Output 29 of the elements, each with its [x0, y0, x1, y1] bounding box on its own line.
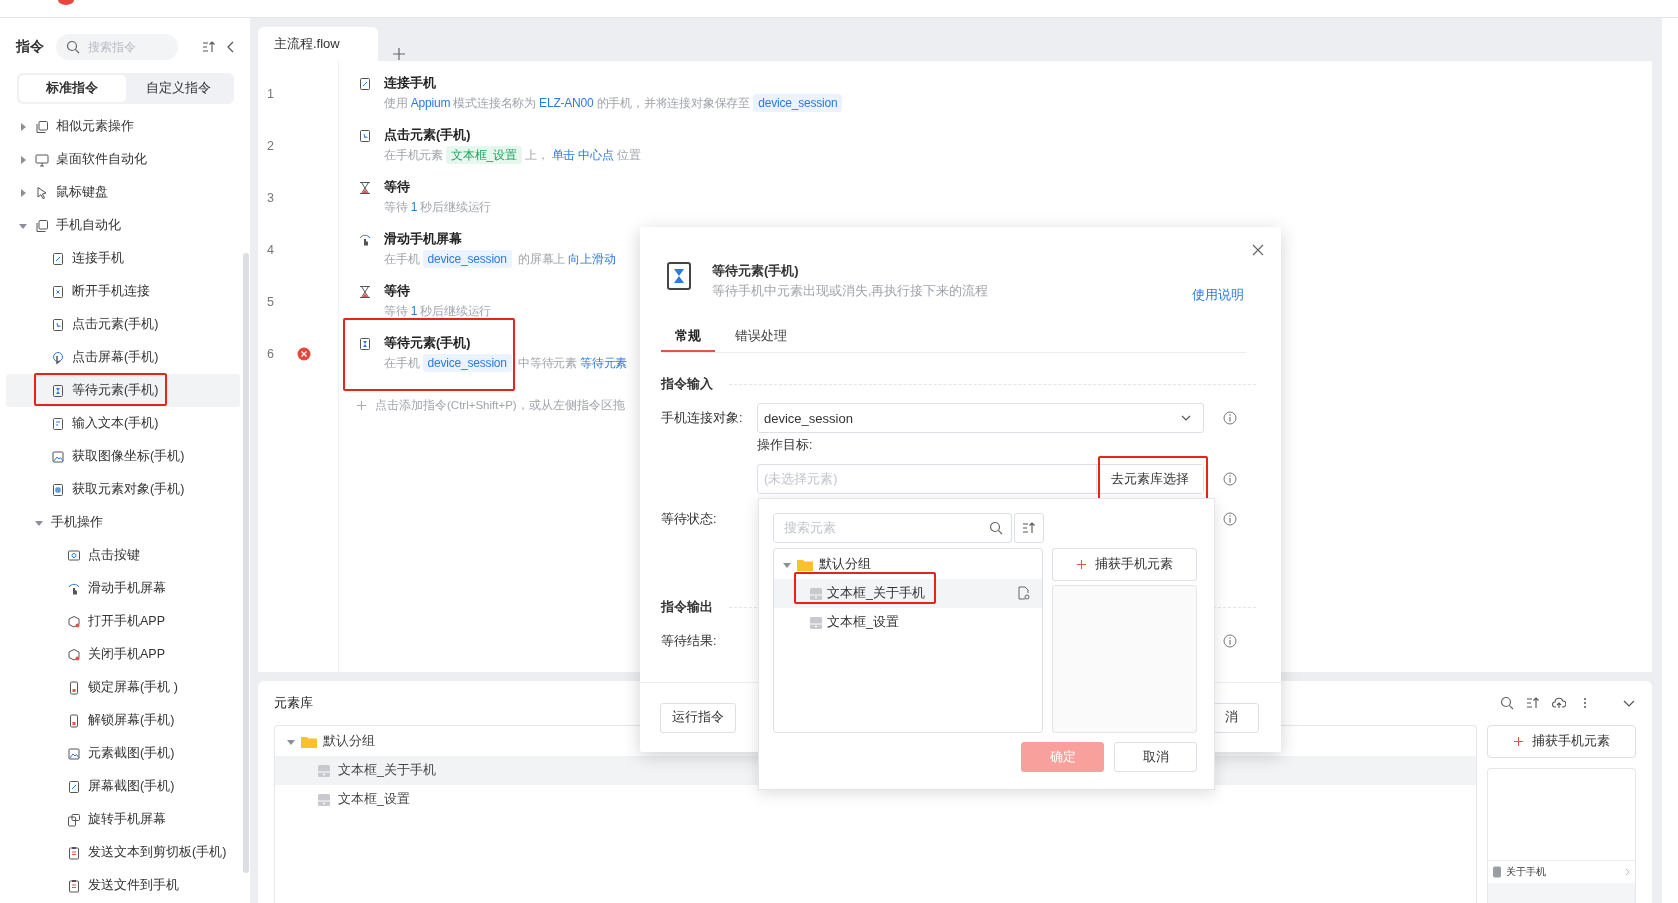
step-title: 等待 — [384, 179, 411, 196]
step-title: 等待元素(手机) — [384, 335, 472, 352]
step-description: 等待 1 秒后继续运行 — [384, 303, 492, 320]
field-label: 等待结果: — [661, 632, 718, 650]
step-title: 连接手机 — [384, 75, 437, 92]
line-number: 6 — [267, 347, 274, 361]
line-number: 5 — [267, 295, 274, 309]
line-number: 3 — [267, 191, 274, 205]
step-description: 等待 1 秒后继续运行 — [384, 199, 492, 216]
section-title: 指令输出 — [661, 598, 713, 616]
preview-text: 关于手机 — [1506, 865, 1546, 879]
step-title: 等待 — [384, 283, 411, 300]
line-number: 1 — [267, 87, 274, 101]
field-label: 手机连接对象: — [661, 409, 744, 427]
step-description: 在手机元素 文本框_设置 上， 单击 中心点 位置 — [384, 145, 641, 166]
step-title: 点击元素(手机) — [384, 127, 472, 144]
section-title: 指令输入 — [661, 375, 713, 393]
dialog-subtitle: 等待手机中元素出现或消失,再执行接下来的流程 — [712, 283, 990, 300]
line-number: 4 — [267, 243, 274, 257]
dialog-title: 等待元素(手机) — [712, 262, 800, 280]
panel-title: 指令 — [16, 38, 44, 56]
step-description: 在手机 device_session 的屏幕上 向上滑动 — [384, 249, 616, 270]
step-description: 使用 Appium 模式连接名称为 ELZ-AN00 的手机，并将连接对象保存至 device_session — [384, 93, 846, 114]
field-label: 等待状态: — [661, 510, 718, 528]
panel-title: 元素库 — [274, 694, 313, 712]
line-number: 2 — [267, 139, 274, 153]
field-label: 操作目标: — [757, 438, 813, 452]
step-description: 在手机 device_session 中等待元素 等待元素 — [384, 353, 628, 374]
step-title: 滑动手机屏幕 — [384, 231, 463, 248]
